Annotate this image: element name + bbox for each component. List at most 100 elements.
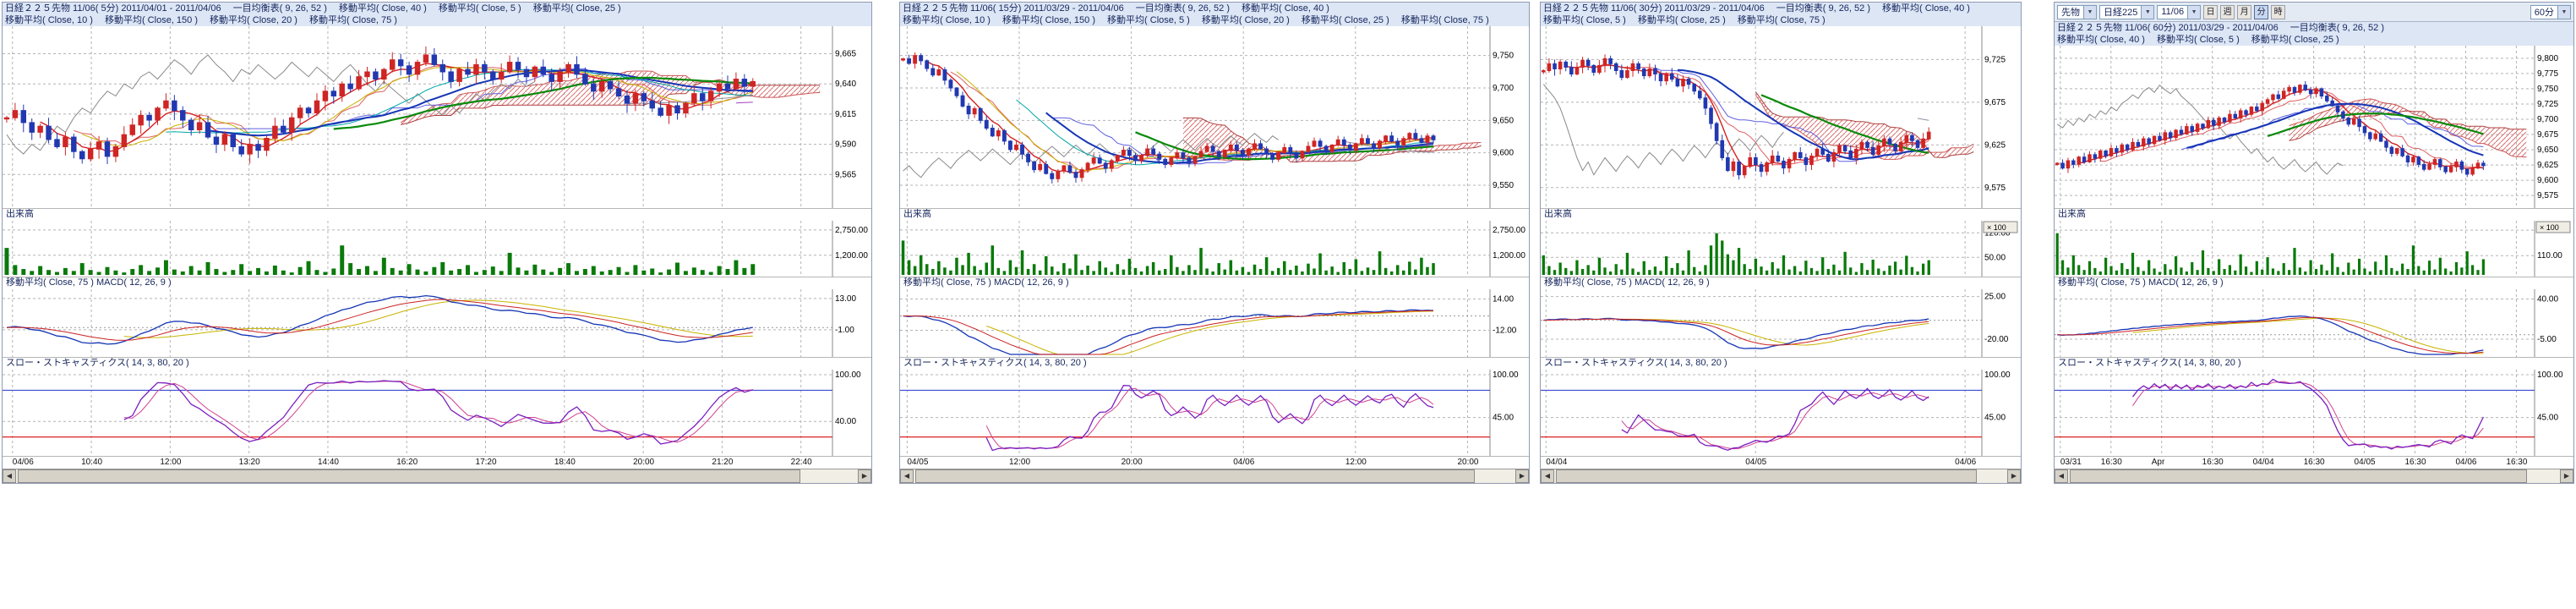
stochastics-chart[interactable]: 100.00 45.00 — [2055, 370, 2573, 456]
scroll-track[interactable] — [2068, 469, 2560, 483]
chart-header: 日経２２５先物 11/06( 60分) 2011/03/29 - 2011/04… — [2055, 22, 2573, 46]
svg-text:9,800: 9,800 — [2537, 54, 2558, 63]
svg-text:9,625: 9,625 — [1984, 140, 2006, 150]
svg-text:25.00: 25.00 — [1984, 293, 2006, 302]
svg-text:9,775: 9,775 — [2537, 69, 2558, 79]
market-select[interactable]: 先物 ▼ — [2057, 5, 2097, 19]
svg-text:9,565: 9,565 — [835, 170, 856, 179]
time-label: 12:00 — [160, 458, 181, 467]
volume-section-label: 出来高 — [2055, 208, 2573, 221]
macd-chart[interactable]: 25.00-20.00 — [1541, 289, 2021, 357]
period-button-month[interactable]: 月 — [2237, 5, 2251, 19]
svg-text:9,625: 9,625 — [2537, 161, 2558, 170]
chevron-down-icon[interactable]: ▼ — [2187, 6, 2200, 19]
time-label: 13:20 — [239, 458, 260, 467]
timeframe-select[interactable]: 60分 ▼ — [2530, 5, 2571, 19]
svg-text:45.00: 45.00 — [2537, 414, 2558, 423]
stochastics-chart[interactable]: 100.00 45.00 — [1541, 370, 2021, 456]
svg-text:40.00: 40.00 — [835, 417, 856, 426]
svg-text:2,750.00: 2,750.00 — [835, 226, 868, 235]
svg-text:9,675: 9,675 — [2537, 130, 2558, 140]
chart-window-15min: 日経２２５先物 11/06( 15分) 2011/03/29 - 2011/04… — [899, 2, 1530, 484]
svg-text:9,575: 9,575 — [2537, 191, 2558, 200]
chevron-down-icon[interactable]: ▼ — [2083, 6, 2096, 19]
svg-text:9,700: 9,700 — [2537, 115, 2558, 124]
volume-section-label: 出来高 — [900, 208, 1529, 221]
scroll-thumb[interactable] — [18, 469, 800, 483]
svg-text:9,600: 9,600 — [1493, 149, 1514, 158]
time-label: 10:40 — [81, 458, 102, 467]
horizontal-scrollbar[interactable]: ◀ ▶ — [2055, 469, 2573, 483]
time-axis: 04/0404/0504/06 — [1541, 456, 2021, 469]
chart-header: 日経２２５先物 11/06( 30分) 2011/03/29 - 2011/04… — [1541, 3, 2021, 26]
stoch-section-label: スロー・ストキャスティクス( 14, 3, 80, 20 ) — [900, 357, 1529, 370]
chart-title: 日経２２５先物 11/06( 60分) 2011/03/29 - 2011/04… — [2057, 22, 2571, 34]
period-button-week[interactable]: 週 — [2220, 5, 2235, 19]
scroll-track[interactable] — [1554, 469, 2007, 483]
chevron-down-icon[interactable]: ▼ — [2557, 6, 2570, 19]
price-chart[interactable]: 9,6659,6409,6159,5909,565 — [3, 26, 871, 208]
svg-text:9,640: 9,640 — [835, 80, 856, 89]
svg-text:-12.00: -12.00 — [1493, 326, 1517, 336]
volume-chart[interactable]: 2,750.001,200.00 — [3, 221, 871, 277]
macd-section-label: 移動平均( Close, 75 ) MACD( 12, 26, 9 ) — [1541, 277, 2021, 289]
svg-text:2,750.00: 2,750.00 — [1493, 226, 1525, 235]
scroll-right-button[interactable]: ▶ — [2560, 469, 2573, 483]
volume-chart[interactable]: 2,750.00 1,200.00 — [900, 221, 1529, 277]
svg-text:9,615: 9,615 — [835, 110, 856, 119]
time-label: 03/31 — [2060, 458, 2082, 467]
scroll-thumb[interactable] — [1556, 469, 1977, 483]
period-button-minute[interactable]: 分 — [2254, 5, 2268, 19]
symbol-select[interactable]: 日経225 ▼ — [2099, 5, 2154, 19]
horizontal-scrollbar[interactable]: ◀ ▶ — [3, 469, 871, 483]
svg-text:45.00: 45.00 — [1493, 414, 1514, 423]
chevron-down-icon[interactable]: ▼ — [2141, 6, 2153, 19]
scroll-thumb[interactable] — [915, 469, 1475, 483]
price-chart[interactable]: 9,8009,7759,7509,7259,7009,6759,6509,625… — [2055, 46, 2573, 208]
svg-text:50.00: 50.00 — [1984, 253, 2006, 262]
time-label: 16:30 — [2506, 458, 2527, 467]
scroll-track[interactable] — [914, 469, 1515, 483]
scroll-track[interactable] — [16, 469, 858, 483]
period-button-hour[interactable]: 時 — [2271, 5, 2285, 19]
volume-chart[interactable]: 255.00110.00× 100 — [2055, 221, 2573, 277]
svg-text:1,200.00: 1,200.00 — [1493, 251, 1525, 261]
svg-text:45.00: 45.00 — [1984, 414, 2006, 423]
svg-text:× 100: × 100 — [1987, 223, 2006, 232]
svg-text:100.00: 100.00 — [2537, 370, 2563, 380]
chart-title: 日経２２５先物 11/06( 30分) 2011/03/29 - 2011/04… — [1543, 3, 2018, 14]
scroll-right-button[interactable]: ▶ — [1515, 469, 1529, 483]
scroll-left-button[interactable]: ◀ — [1541, 469, 1554, 483]
svg-text:9,750: 9,750 — [2537, 85, 2558, 94]
scroll-left-button[interactable]: ◀ — [2055, 469, 2068, 483]
volume-chart[interactable]: 120.0050.00× 100 — [1541, 221, 2021, 277]
svg-text:14.00: 14.00 — [1493, 295, 1514, 304]
scroll-right-button[interactable]: ▶ — [858, 469, 871, 483]
price-chart[interactable]: 9,7259,6759,6259,575 — [1541, 26, 2021, 208]
svg-text:9,700: 9,700 — [1493, 84, 1514, 93]
horizontal-scrollbar[interactable]: ◀ ▶ — [1541, 469, 2021, 483]
contract-select[interactable]: 11/06 ▼ — [2157, 5, 2201, 19]
price-chart[interactable]: 9,7509,7009,6509,6009,550 — [900, 26, 1529, 208]
svg-text:9,675: 9,675 — [1984, 98, 2006, 107]
scroll-thumb[interactable] — [2070, 469, 2527, 483]
scroll-right-button[interactable]: ▶ — [2007, 469, 2021, 483]
macd-chart[interactable]: 13.00-1.00 — [3, 289, 871, 357]
time-label: 20:00 — [1122, 458, 1143, 467]
market-select-value: 先物 — [2061, 5, 2080, 19]
chart-overlay-list: 移動平均( Close, 5 ) 移動平均( Close, 25 ) 移動平均(… — [1543, 14, 2018, 26]
period-button-day[interactable]: 日 — [2203, 5, 2218, 19]
svg-text:9,575: 9,575 — [1984, 184, 2006, 193]
macd-chart[interactable]: 14.00 -12.00 — [900, 289, 1529, 357]
macd-chart[interactable]: 40.00-5.00 — [2055, 289, 2573, 357]
stochastics-chart[interactable]: 100.00 40.00 — [3, 370, 871, 456]
svg-text:100.00: 100.00 — [835, 370, 861, 380]
svg-text:100.00: 100.00 — [1984, 370, 2011, 380]
scroll-left-button[interactable]: ◀ — [3, 469, 16, 483]
scroll-left-button[interactable]: ◀ — [900, 469, 914, 483]
horizontal-scrollbar[interactable]: ◀ ▶ — [900, 469, 1529, 483]
macd-section-label: 移動平均( Close, 75 ) MACD( 12, 26, 9 ) — [3, 277, 871, 289]
stochastics-chart[interactable]: 100.0045.00 — [900, 370, 1529, 456]
macd-section-label: 移動平均( Close, 75 ) MACD( 12, 26, 9 ) — [2055, 277, 2573, 289]
svg-text:9,650: 9,650 — [1493, 116, 1514, 125]
